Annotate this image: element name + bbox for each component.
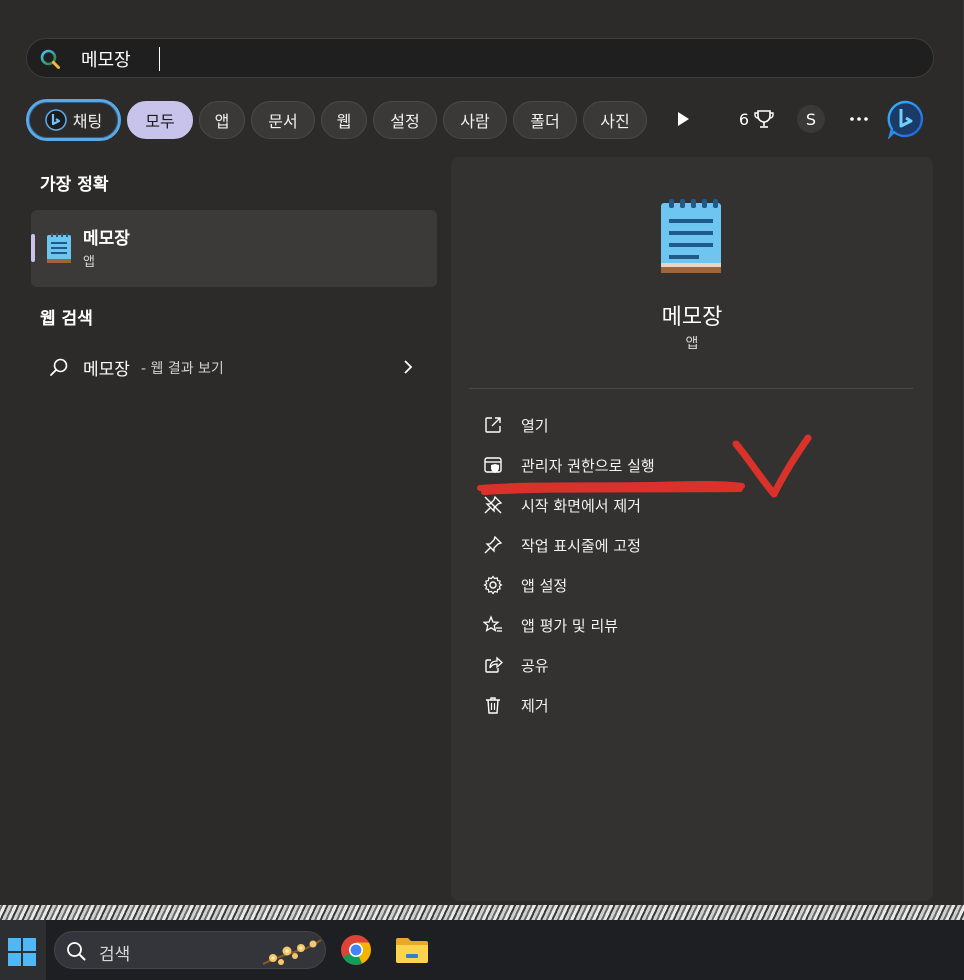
unpin-from-start-action[interactable]: 시작 화면에서 제거 xyxy=(481,487,901,523)
search-input[interactable] xyxy=(81,46,881,72)
filter-label: 앱 xyxy=(214,112,230,131)
selection-indicator xyxy=(31,234,35,262)
file-explorer-icon[interactable] xyxy=(394,934,430,966)
gear-icon xyxy=(483,575,503,595)
filter-web[interactable]: 웹 xyxy=(321,101,367,139)
search-icon xyxy=(67,942,86,961)
action-label: 관리자 권한으로 실행 xyxy=(521,457,655,475)
filter-label: 웹 xyxy=(336,112,352,131)
run-as-admin-action[interactable]: 관리자 권한으로 실행 xyxy=(481,447,901,483)
rewards-points: 6 xyxy=(738,109,750,129)
filter-label: 폴더 xyxy=(530,112,560,131)
action-label: 앱 설정 xyxy=(521,577,568,595)
filter-documents[interactable]: 문서 xyxy=(251,101,315,139)
app-detail-panel: 메모장 앱 열기 관리자 권한으로 실행 시작 화면에서 제거 작업 표시줄에 … xyxy=(451,157,933,901)
detail-app-type: 앱 xyxy=(685,336,699,352)
search-panel: 채팅 모두 앱 문서 웹 설정 사람 폴더 사진 6 xyxy=(0,0,964,905)
action-label: 공유 xyxy=(521,657,549,675)
filter-apps[interactable]: 앱 xyxy=(199,101,245,139)
text-caret xyxy=(159,47,160,71)
search-icon xyxy=(50,358,68,376)
web-search-result[interactable]: 메모장 - 웹 결과 보기 xyxy=(31,345,437,389)
bing-chat-icon xyxy=(44,109,67,131)
chat-button[interactable]: 채팅 xyxy=(26,99,121,141)
taskbar-search[interactable]: 검색 xyxy=(54,931,326,969)
best-match-heading: 가장 정확 xyxy=(40,175,109,195)
more-options-button[interactable] xyxy=(844,105,874,133)
start-button[interactable] xyxy=(0,920,46,980)
chrome-icon[interactable] xyxy=(340,934,372,966)
result-app-name: 메모장 xyxy=(83,229,130,249)
web-query: 메모장 xyxy=(83,360,130,380)
filter-label: 모두 xyxy=(145,112,175,131)
avatar-letter: S xyxy=(805,109,817,129)
star-review-icon xyxy=(483,615,502,632)
filter-bar: 채팅 모두 앱 문서 웹 설정 사람 폴더 사진 6 S xyxy=(26,99,936,141)
best-match-result[interactable]: 메모장 앱 xyxy=(31,210,437,287)
action-label: 앱 평가 및 리뷰 xyxy=(521,617,619,635)
open-external-icon xyxy=(485,417,501,433)
detail-app-name: 메모장 xyxy=(661,305,723,330)
pin-icon xyxy=(484,535,503,554)
action-label: 작업 표시줄에 고정 xyxy=(521,537,641,555)
filter-label: 설정 xyxy=(390,112,420,131)
windows-start-icon xyxy=(8,938,36,966)
open-action[interactable]: 열기 xyxy=(481,407,901,443)
more-filters-button[interactable] xyxy=(670,105,696,133)
web-search-heading: 웹 검색 xyxy=(40,309,93,329)
share-action[interactable]: 공유 xyxy=(481,647,901,683)
action-label: 열기 xyxy=(521,417,549,435)
chat-label: 채팅 xyxy=(72,112,103,131)
app-settings-action[interactable]: 앱 설정 xyxy=(481,567,901,603)
action-label: 제거 xyxy=(521,697,549,715)
search-icon xyxy=(40,49,60,69)
taskbar-search-label: 검색 xyxy=(99,945,131,965)
divider xyxy=(469,388,913,389)
search-box[interactable] xyxy=(26,38,934,78)
notepad-icon xyxy=(661,199,721,273)
play-icon xyxy=(678,112,689,126)
shield-window-icon xyxy=(484,457,502,473)
filter-label: 사진 xyxy=(600,112,630,131)
result-app-type: 앱 xyxy=(83,255,95,270)
rewards-button[interactable]: 6 xyxy=(734,105,780,133)
filter-label: 사람 xyxy=(460,112,490,131)
bing-icon[interactable] xyxy=(886,99,926,139)
filter-folders[interactable]: 폴더 xyxy=(513,101,577,139)
web-query-suffix: - 웹 결과 보기 xyxy=(141,361,224,377)
trash-icon xyxy=(486,697,500,714)
filter-people[interactable]: 사람 xyxy=(443,101,507,139)
unpin-icon xyxy=(484,495,503,514)
chevron-right-icon xyxy=(404,360,413,374)
uninstall-action[interactable]: 제거 xyxy=(481,687,901,723)
filter-photos[interactable]: 사진 xyxy=(583,101,647,139)
taskbar: 검색 xyxy=(0,920,964,980)
filter-settings[interactable]: 설정 xyxy=(373,101,437,139)
action-label: 시작 화면에서 제거 xyxy=(521,497,641,515)
more-icon xyxy=(850,117,868,121)
filter-all[interactable]: 모두 xyxy=(127,101,193,139)
notepad-icon xyxy=(47,233,71,263)
pin-to-taskbar-action[interactable]: 작업 표시줄에 고정 xyxy=(481,527,901,563)
filter-label: 문서 xyxy=(268,112,298,131)
blossom-highlight-icon xyxy=(262,939,322,965)
account-avatar[interactable]: S xyxy=(797,105,825,133)
share-icon xyxy=(485,656,503,673)
rate-and-review-action[interactable]: 앱 평가 및 리뷰 xyxy=(481,607,901,643)
rewards-trophy-icon xyxy=(754,110,774,128)
